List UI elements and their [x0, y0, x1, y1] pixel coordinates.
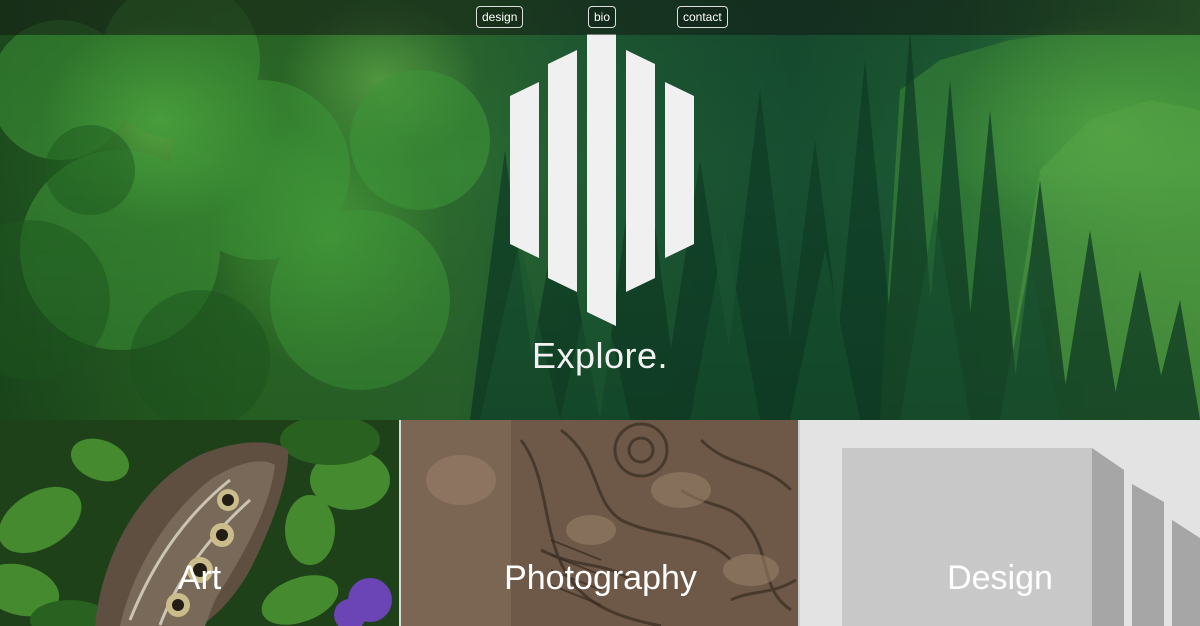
page: Explore. design bio contact Art Photogra…: [0, 0, 1200, 626]
top-nav-bar: design bio contact: [0, 0, 1200, 35]
photography-tile[interactable]: Photography: [401, 420, 800, 626]
art-tile-label: Art: [177, 559, 222, 597]
photography-tile-label: Photography: [504, 559, 697, 597]
design-tile-label: Design: [947, 559, 1053, 597]
nav-design-button[interactable]: design: [476, 6, 524, 28]
nav-bio-button[interactable]: bio: [588, 6, 617, 28]
design-tile[interactable]: Design: [800, 420, 1200, 626]
tile-divider: [399, 420, 401, 626]
hero-title: Explore.: [531, 335, 669, 376]
nav-contact-button[interactable]: contact: [677, 6, 728, 28]
tile-divider: [798, 420, 800, 626]
hero-banner: Explore.: [0, 0, 1200, 420]
hexagon-stripes-logo: [510, 34, 694, 326]
art-tile[interactable]: Art: [0, 420, 399, 626]
